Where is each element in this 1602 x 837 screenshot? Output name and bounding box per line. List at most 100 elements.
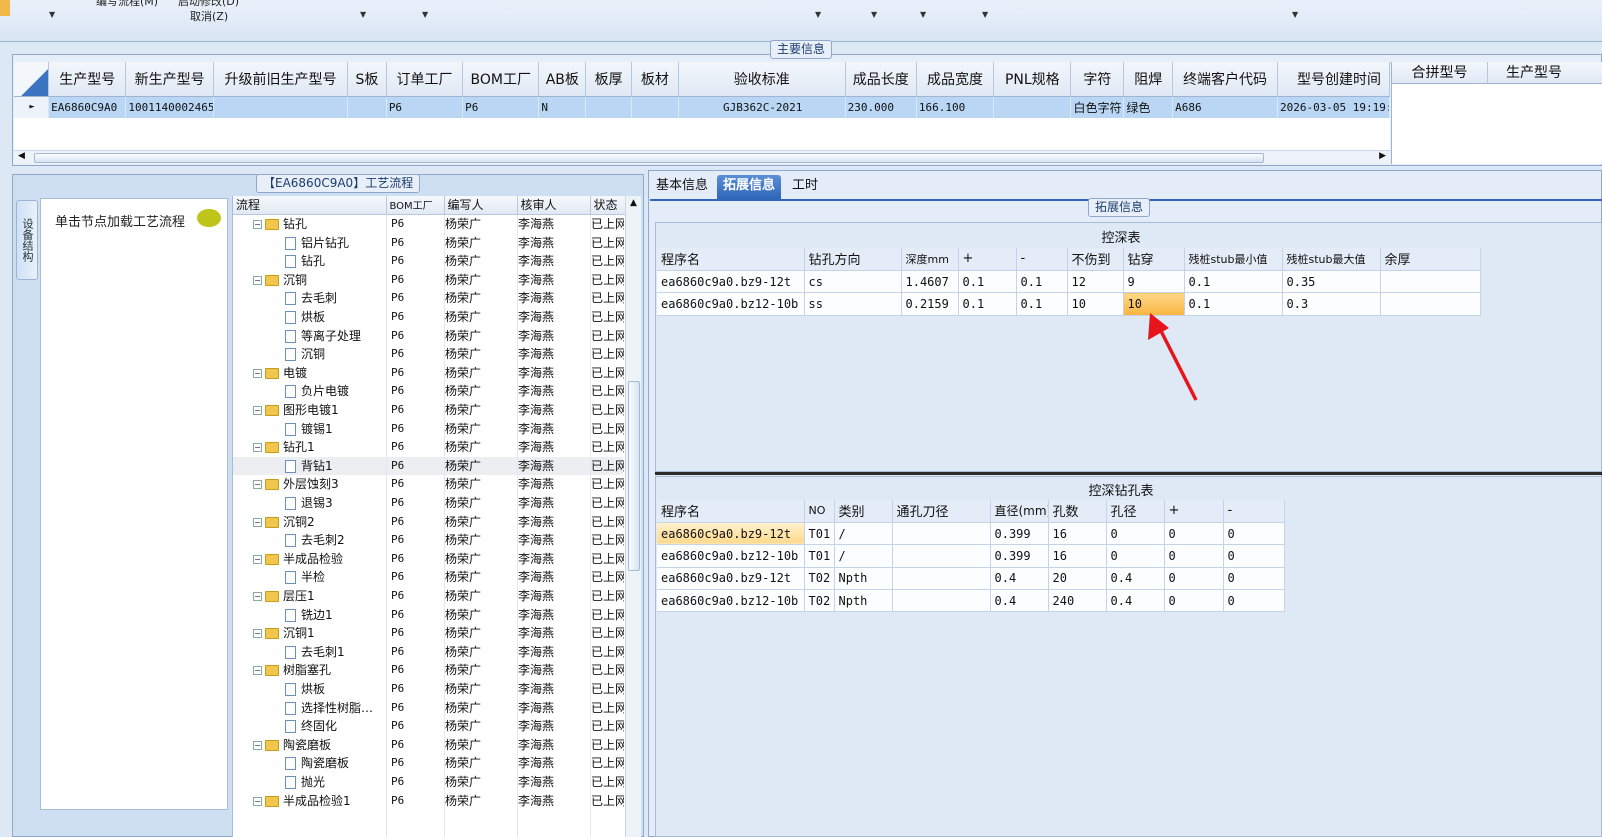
tree-cell-reviewer[interactable]: 李海燕: [518, 252, 554, 270]
tree-node[interactable]: 铝片钻孔: [285, 234, 349, 252]
tree-cell-status[interactable]: 已上网: [591, 587, 624, 605]
table-cell[interactable]: 10011400024651: [125, 96, 214, 118]
tree-row[interactable]: 去毛刺 P6 杨荣广 李海燕 已上网: [233, 289, 624, 308]
splitter[interactable]: [655, 472, 1602, 475]
tree-cell-reviewer[interactable]: 李海燕: [518, 271, 554, 289]
table-cell[interactable]: 0: [1223, 544, 1285, 568]
tree-cell-writer[interactable]: 杨荣广: [445, 531, 481, 549]
tree-cell-factory[interactable]: P6: [391, 494, 404, 512]
tree-row[interactable]: − 外层蚀刻3 P6 杨荣广 李海燕 已上网: [233, 475, 624, 494]
col-header[interactable]: 状态: [590, 196, 626, 215]
tree-node[interactable]: − 层压1: [253, 587, 315, 605]
collapse-icon[interactable]: −: [253, 554, 262, 564]
table-row[interactable]: ea6860c9a0.bz9-12t cs 1.4607 0.1 0.1 12 …: [657, 270, 1481, 294]
tree-row[interactable]: 钻孔 P6 杨荣广 李海燕 已上网: [233, 252, 624, 271]
tree-node[interactable]: 钻孔: [285, 252, 325, 270]
collapse-icon[interactable]: −: [253, 275, 262, 285]
table-cell[interactable]: 0.4: [990, 589, 1049, 613]
chevron-down-icon[interactable]: ▼: [871, 10, 877, 19]
tree-row[interactable]: − 沉铜2 P6 杨荣广 李海燕 已上网: [233, 512, 624, 532]
tree-cell-factory[interactable]: P6: [391, 624, 404, 642]
tree-node[interactable]: − 陶瓷磨板: [253, 736, 331, 754]
table-cell[interactable]: 0: [1106, 522, 1165, 546]
tree-cell-factory[interactable]: P6: [391, 680, 404, 698]
tree-cell-writer[interactable]: 杨荣广: [445, 624, 481, 642]
tree-node[interactable]: − 钻孔: [253, 215, 307, 233]
tree-node[interactable]: − 图形电镀1: [253, 401, 339, 419]
col-header[interactable]: 合拼型号: [1392, 62, 1488, 84]
tree-row[interactable]: 等离子处理 P6 杨荣广 李海燕 已上网: [233, 326, 624, 346]
table-row[interactable]: ea6860c9a0.bz12-10b ss 0.2159 0.1 0.1 10…: [657, 292, 1481, 316]
table-cell[interactable]: 166.100: [916, 96, 995, 118]
col-header[interactable]: -: [1223, 500, 1285, 523]
table-cell[interactable]: 9: [1123, 270, 1185, 294]
row-selector-icon[interactable]: ►: [14, 96, 50, 118]
tree-node[interactable]: 终固化: [285, 717, 337, 735]
col-header[interactable]: 孔径: [1106, 500, 1165, 523]
main-grid-hscrollbar[interactable]: ◀ ▶: [14, 150, 1390, 164]
table-cell[interactable]: N: [538, 96, 587, 118]
col-header[interactable]: 残桩stub最大值: [1282, 248, 1381, 271]
table-cell[interactable]: Npth: [834, 589, 893, 613]
tree-cell-status[interactable]: 已上网: [591, 736, 624, 754]
col-header[interactable]: 升级前旧生产型号: [213, 62, 349, 97]
tree-cell-status[interactable]: 已上网: [591, 773, 624, 791]
col-header[interactable]: 深度mm: [901, 248, 959, 271]
col-header[interactable]: 字符: [1070, 62, 1125, 97]
tree-cell-factory[interactable]: P6: [391, 568, 404, 586]
tree-cell-factory[interactable]: P6: [391, 215, 404, 233]
table-cell[interactable]: 0: [1164, 567, 1224, 591]
tree-cell-status[interactable]: 已上网: [591, 606, 624, 624]
tree-cell-status[interactable]: 已上网: [591, 699, 624, 717]
tree-cell-reviewer[interactable]: 李海燕: [518, 438, 554, 456]
tree-cell-factory[interactable]: P6: [391, 289, 404, 307]
tree-row[interactable]: − 半成品检验1 P6 杨荣广 李海燕 已上网: [233, 791, 624, 811]
tree-cell-writer[interactable]: 杨荣广: [445, 717, 481, 735]
tree-row[interactable]: 烘板 P6 杨荣广 李海燕 已上网: [233, 680, 624, 699]
tree-cell-writer[interactable]: 杨荣广: [445, 438, 481, 456]
tree-cell-reviewer[interactable]: 李海燕: [518, 345, 554, 363]
col-header[interactable]: 程序名: [657, 248, 805, 271]
table-cell[interactable]: 12: [1067, 270, 1124, 294]
tree-row[interactable]: − 半成品检验 P6 杨荣广 李海燕 已上网: [233, 549, 624, 569]
tree-cell-writer[interactable]: 杨荣广: [445, 327, 481, 345]
table-cell[interactable]: ea6860c9a0.bz12-10b: [657, 292, 805, 316]
tree-row[interactable]: 去毛刺1 P6 杨荣广 李海燕 已上网: [233, 642, 624, 662]
col-header[interactable]: 终端客户代码: [1172, 62, 1278, 97]
table-cell[interactable]: 0.1: [1184, 270, 1283, 294]
tree-cell-writer[interactable]: 杨荣广: [445, 643, 481, 661]
tree-cell-status[interactable]: 已上网: [591, 215, 624, 233]
tree-cell-status[interactable]: 已上网: [591, 792, 624, 810]
col-header[interactable]: AB板: [538, 62, 587, 97]
tree-cell-reviewer[interactable]: 李海燕: [518, 457, 554, 475]
tree-node[interactable]: 去毛刺1: [285, 643, 345, 661]
tree-cell-status[interactable]: 已上网: [591, 494, 624, 512]
tree-cell-writer[interactable]: 杨荣广: [445, 736, 481, 754]
tree-cell-writer[interactable]: 杨荣广: [445, 345, 481, 363]
tree-cell-writer[interactable]: 杨荣广: [445, 420, 481, 438]
table-cell[interactable]: 0.1: [1016, 270, 1068, 294]
col-header[interactable]: 编写人: [444, 196, 518, 215]
tree-cell-writer[interactable]: 杨荣广: [445, 364, 481, 382]
collapse-icon[interactable]: −: [253, 220, 262, 229]
scroll-right-icon[interactable]: ▶: [1379, 151, 1386, 161]
tree-node[interactable]: − 外层蚀刻3: [253, 475, 339, 493]
col-header[interactable]: 类别: [834, 500, 893, 523]
table-cell[interactable]: 0.4: [1106, 567, 1165, 591]
table-cell[interactable]: 0.4: [1106, 589, 1165, 613]
col-header[interactable]: 成品长度: [845, 62, 917, 97]
tree-vscrollbar[interactable]: ▲: [625, 196, 641, 837]
table-cell[interactable]: cs: [804, 270, 902, 294]
table-cell[interactable]: [892, 522, 991, 546]
table-cell[interactable]: [631, 96, 679, 118]
tree-cell-status[interactable]: 已上网: [591, 289, 624, 307]
tree-cell-reviewer[interactable]: 李海燕: [518, 792, 554, 810]
table-cell[interactable]: 0.3: [1282, 292, 1381, 316]
chevron-down-icon[interactable]: ▼: [815, 10, 821, 19]
tree-cell-writer[interactable]: 杨荣广: [445, 252, 481, 270]
table-cell[interactable]: [1380, 292, 1481, 316]
scroll-up-icon[interactable]: ▲: [630, 198, 637, 208]
tree-row[interactable]: 背钻1 P6 杨荣广 李海燕 已上网: [233, 456, 624, 476]
tree-node[interactable]: − 沉铜: [253, 271, 307, 289]
tree-cell-status[interactable]: 已上网: [591, 308, 624, 326]
